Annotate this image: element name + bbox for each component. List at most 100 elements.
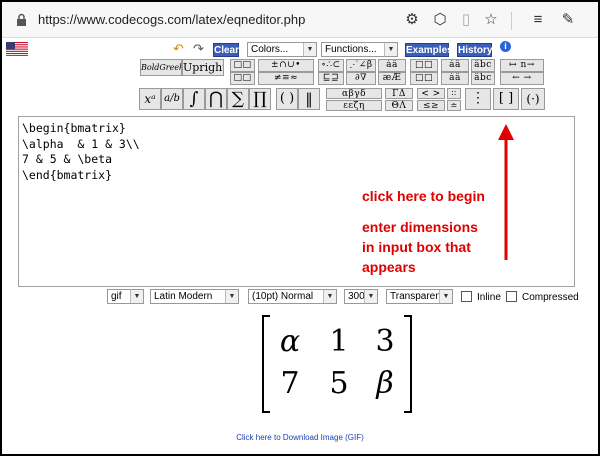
palette-angles-btn[interactable]: ⋰∠β (346, 59, 376, 72)
favorite-star-icon[interactable]: ☆ (482, 11, 500, 29)
inline-checkbox[interactable] (461, 291, 472, 302)
chevron-down-icon: ▼ (384, 43, 397, 56)
palette-label: □□ (233, 60, 252, 70)
palette-norm-btn[interactable]: ‖ (298, 88, 320, 110)
palette-label: âbc (474, 60, 492, 70)
palette-label: áâ (386, 60, 398, 70)
undo-icon[interactable]: ↶ (173, 42, 189, 56)
annotation-click-here: click here to begin (362, 188, 485, 204)
code-line: \end{bmatrix} (22, 167, 113, 182)
palette-arrows-btn-1[interactable]: ↦ n→ (500, 59, 544, 72)
palette-label: ΓΔ (392, 89, 406, 99)
palette-greek-lower-btn[interactable]: αβγδ (326, 88, 382, 99)
functions-select[interactable]: Functions... ▼ (321, 42, 398, 57)
matrix-cell: 3 (375, 324, 395, 359)
palette-boxes-btn-1[interactable]: □□ (410, 59, 438, 72)
upright-button[interactable]: Upright (182, 59, 224, 76)
download-image-link[interactable]: Click here to Download Image (GIF) (0, 433, 600, 442)
boldgreek-button[interactable]: BoldGreek (140, 59, 182, 76)
palette-label: ← → (512, 73, 532, 83)
font-select[interactable]: Latin Modern ▼ (150, 289, 239, 304)
palette-inequalities-btn[interactable]: < > (417, 88, 445, 99)
palette-colon-btn[interactable]: ∶∶ (447, 88, 461, 99)
palette-label: □□ (414, 73, 433, 83)
palette-parens-btn[interactable]: ( ) (276, 88, 298, 110)
palette-label: ⋂ (209, 89, 223, 109)
compressed-checkbox[interactable] (506, 291, 517, 302)
background-select[interactable]: Transparent ▼ (386, 289, 453, 304)
palette-superscript-large-btn[interactable]: xᵃ (139, 88, 161, 110)
matrix-cell: 5 (329, 366, 349, 401)
inline-label: Inline (477, 292, 501, 303)
clear-button[interactable]: Clear (213, 43, 239, 57)
palette-sum-btn[interactable]: ∑ (227, 88, 249, 110)
extension-icon[interactable]: ⬡ (431, 11, 449, 29)
dpi-select[interactable]: 300 ▼ (344, 289, 378, 304)
favorites-bar-icon[interactable]: ≡ (529, 11, 547, 29)
format-select-value: gif (111, 291, 122, 302)
palette-label: ∂∇ (355, 73, 367, 83)
palette-greek-upper-btn-2[interactable]: ΘΛ (385, 100, 413, 111)
palette-matrix-btn-1[interactable]: □□ (230, 59, 255, 72)
format-select[interactable]: gif ▼ (107, 289, 144, 304)
palette-superscript-btn[interactable]: áâ (441, 59, 469, 72)
pen-icon[interactable]: ✎ (559, 11, 577, 29)
size-select[interactable]: (10pt) Normal ▼ (248, 289, 337, 304)
chevron-down-icon: ▼ (364, 290, 377, 303)
palette-label: ∑ (231, 89, 245, 109)
palette-bigcap-btn[interactable]: ⋂ (205, 88, 227, 110)
us-flag-icon[interactable] (6, 42, 28, 56)
palette-fraction-btn[interactable]: a/b (161, 88, 183, 110)
palette-label: ∫ (189, 89, 199, 109)
palette-over-btn[interactable]: âbc (471, 59, 495, 72)
palette-greek-upper-btn[interactable]: ΓΔ (385, 88, 413, 99)
palette-label: (·) (526, 92, 540, 106)
palette-product-btn[interactable]: ∏ (249, 88, 271, 110)
palette-colon-btn-2[interactable]: ≐ (447, 100, 461, 111)
palette-partial-btn[interactable]: ∂∇ (346, 72, 376, 85)
palette-accents-btn[interactable]: áâ (378, 59, 406, 72)
palette-boxes-btn-2[interactable]: □□ (410, 72, 438, 85)
palette-label: εεζη (343, 101, 365, 111)
matrix-cell: α (279, 324, 301, 359)
annotation-dimensions-line1: enter dimensions (362, 219, 478, 235)
examples-button[interactable]: Examples (405, 43, 453, 57)
browser-address-bar: https://www.codecogs.com/latex/eqneditor… (2, 2, 598, 38)
palette-ligatures-btn[interactable]: æÆ (378, 72, 406, 85)
url-field[interactable]: https://www.codecogs.com/latex/eqneditor… (38, 12, 305, 27)
history-button[interactable]: History (457, 43, 492, 57)
chevron-down-icon: ▼ (225, 290, 238, 303)
lock-icon[interactable] (16, 13, 27, 27)
palette-operators-btn[interactable]: ±∩∪• (258, 59, 314, 72)
left-bracket (262, 315, 270, 413)
latex-input-textarea[interactable]: \begin{bmatrix} \alpha & 1 & 3\\ 7 & 5 &… (18, 116, 575, 287)
palette-vdots-btn[interactable]: ⋮ (465, 88, 491, 110)
palette-relations-btn[interactable]: ≠≡≈ (258, 72, 314, 85)
palette-label: ±∩∪• (271, 60, 301, 70)
palette-bmatrix-btn[interactable]: [ ] (493, 88, 519, 110)
redo-icon[interactable]: ↷ (193, 42, 209, 56)
functions-select-value: Functions... (325, 44, 377, 55)
code-line: \begin{bmatrix} (22, 121, 126, 135)
palette-inequalities-btn-2[interactable]: ≤≥ (417, 100, 445, 111)
palette-under-btn[interactable]: âbc (471, 72, 495, 85)
code-line: 7 & 5 & \beta (22, 152, 113, 166)
colors-select[interactable]: Colors... ▼ (247, 42, 317, 57)
palette-subscript-btn[interactable]: áâ (441, 72, 469, 85)
palette-integral-btn[interactable]: ∫ (183, 88, 205, 110)
red-arrow-annotation (498, 124, 514, 260)
palette-matrix-btn-2[interactable]: □□ (230, 72, 255, 85)
palette-label: ‖ (305, 90, 313, 108)
palette-label: ∏ (253, 89, 267, 109)
reader-icon[interactable]: ▯ (457, 11, 475, 29)
puzzle-icon[interactable]: ⚙ (403, 11, 421, 29)
palette-subsets-btn[interactable]: ⊑⊒ (318, 72, 344, 85)
palette-pmatrix-btn[interactable]: (·) (521, 88, 545, 110)
palette-greek-lower-btn-2[interactable]: εεζη (326, 100, 382, 111)
code-line: \alpha & 1 & 3\\ (22, 136, 140, 151)
font-select-value: Latin Modern (154, 291, 213, 302)
palette-arrows-btn-2[interactable]: ← → (500, 72, 544, 85)
compressed-label: Compressed (522, 292, 579, 303)
info-icon[interactable]: i (500, 41, 511, 52)
palette-dots-btn[interactable]: ∘∴⊂ (318, 59, 344, 72)
